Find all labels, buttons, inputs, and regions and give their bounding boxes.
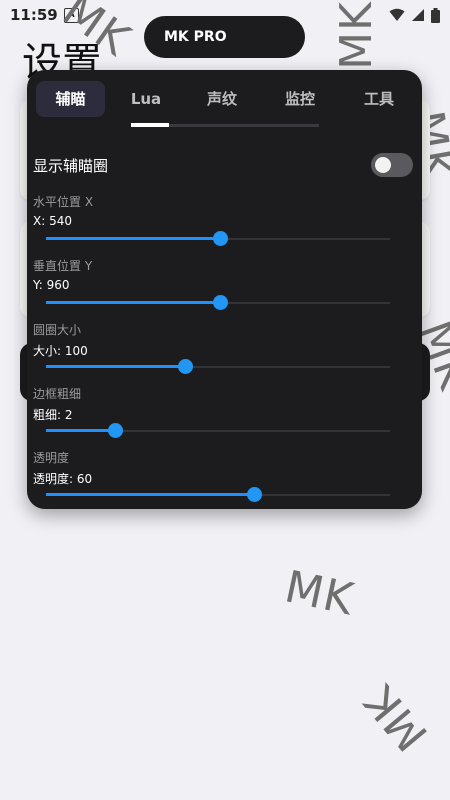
tab-aim[interactable]: 辅瞄	[36, 81, 105, 117]
watermark-text: MK	[280, 561, 359, 626]
mk-pro-pill[interactable]: MK PRO	[144, 16, 305, 58]
tab-indicator	[131, 123, 169, 127]
show-aim-circle-toggle[interactable]	[371, 153, 413, 177]
toggle-knob	[375, 157, 391, 173]
border-width-slider[interactable]	[46, 423, 390, 438]
slider-thumb[interactable]	[107, 423, 123, 438]
slider-thumb[interactable]	[247, 487, 263, 502]
slider-group-y: 垂直位置 Y Y: 960	[33, 257, 403, 292]
settings-panel: 辅瞄 Lua 声纹 监控 工具 显示辅瞄圈 水平位置 X X: 540 垂直位置…	[27, 70, 422, 509]
slider-value: X: 540	[33, 214, 72, 228]
slider-fill	[46, 365, 186, 368]
slider-fill	[46, 429, 115, 432]
slider-fill	[46, 301, 220, 304]
slider-fill	[46, 237, 220, 240]
tab-bar: 辅瞄 Lua 声纹 监控 工具	[27, 70, 422, 130]
vertical-y-slider[interactable]	[46, 295, 390, 310]
slider-thumb[interactable]	[212, 295, 228, 310]
show-aim-circle-label: 显示辅瞄圈	[33, 157, 109, 175]
circle-size-slider[interactable]	[46, 359, 390, 374]
slider-value: 大小: 100	[33, 344, 88, 358]
wifi-icon	[389, 8, 405, 21]
watermark-text: MK	[354, 674, 439, 761]
status-time: 11:59	[10, 6, 58, 24]
slider-value: 透明度: 60	[33, 472, 93, 486]
slider-value: 粗细: 2	[33, 408, 73, 422]
tab-voiceprint[interactable]: 声纹	[197, 81, 247, 117]
slider-group-border: 边框粗细 粗细: 2	[33, 385, 403, 423]
slider-title: 透明度	[33, 451, 70, 465]
tab-monitor[interactable]: 监控	[275, 81, 325, 117]
tab-tools[interactable]: 工具	[354, 81, 404, 117]
pill-label: MK PRO	[164, 29, 227, 45]
horizontal-x-slider[interactable]	[46, 231, 390, 246]
slider-thumb[interactable]	[178, 359, 194, 374]
slider-group-opacity: 透明度 透明度: 60	[33, 449, 403, 487]
show-aim-circle-row: 显示辅瞄圈	[33, 153, 413, 179]
opacity-slider[interactable]	[46, 487, 390, 502]
tab-lua[interactable]: Lua	[122, 81, 170, 117]
slider-group-x: 水平位置 X X: 540	[33, 193, 403, 228]
battery-icon	[431, 7, 440, 23]
slider-title: 垂直位置 Y	[33, 259, 93, 273]
slider-value: Y: 960	[33, 278, 70, 292]
slider-title: 圆圈大小	[33, 323, 82, 337]
slider-title: 边框粗细	[33, 387, 82, 401]
slider-thumb[interactable]	[212, 231, 228, 246]
slider-title: 水平位置 X	[33, 195, 94, 209]
signal-icon	[412, 9, 424, 21]
watermark-text: MK	[330, 1, 382, 70]
slider-group-size: 圆圈大小 大小: 100	[33, 321, 403, 359]
slider-fill	[46, 493, 255, 496]
